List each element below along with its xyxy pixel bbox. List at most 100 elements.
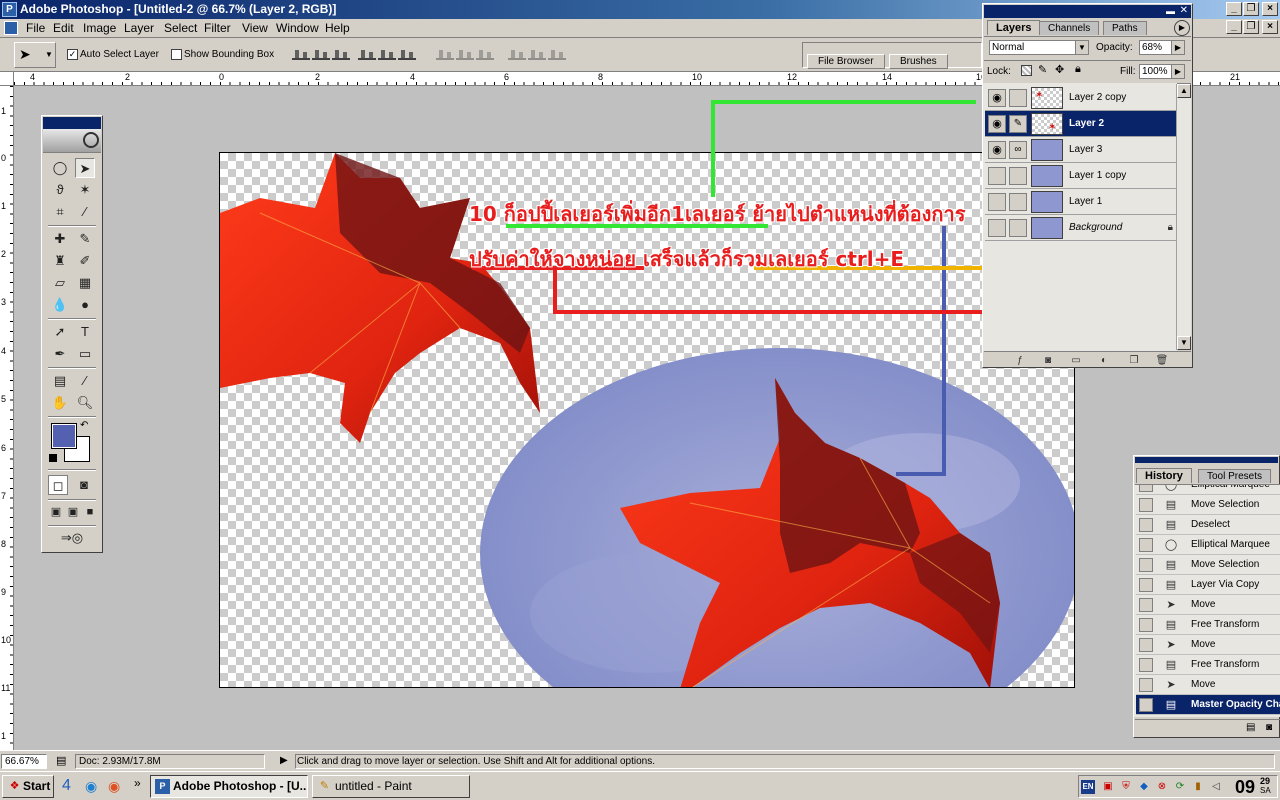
add-mask-icon[interactable]: ◙ — [1041, 355, 1055, 367]
app-close-button[interactable]: × — [1262, 2, 1278, 16]
doc-restore-button[interactable]: ❐ — [1243, 20, 1259, 34]
new-group-icon[interactable]: ▭ — [1069, 355, 1083, 367]
app-minimize-button[interactable]: _ — [1226, 2, 1242, 16]
opacity-slider-arrow-icon[interactable]: ▶ — [1171, 41, 1184, 54]
align-left-icon[interactable] — [358, 48, 376, 60]
menu-layer[interactable]: Layer — [124, 21, 154, 35]
fill-slider-arrow-icon[interactable]: ▶ — [1171, 65, 1184, 78]
lock-position-icon[interactable]: ✥ — [1055, 63, 1064, 76]
new-document-from-state-icon[interactable]: ▤ — [1246, 722, 1255, 733]
adjustment-layer-icon[interactable]: ◐ — [1097, 355, 1111, 367]
visibility-eye-icon[interactable]: ◉ — [988, 115, 1006, 133]
align-bottom-icon[interactable] — [332, 48, 350, 60]
tab-brushes[interactable]: Brushes — [889, 54, 948, 69]
taskbar-photoshop[interactable]: P Adobe Photoshop - [U... — [150, 775, 308, 798]
history-state[interactable]: ◯ Elliptical Marquee — [1136, 535, 1280, 555]
layer-thumbnail[interactable]: ✶ — [1031, 87, 1063, 109]
gradient-tool-icon[interactable]: ▦ — [75, 273, 95, 293]
trash-icon[interactable]: 🗑︎ — [1155, 355, 1169, 367]
start-button[interactable]: ❖ Start — [2, 775, 54, 798]
app-restore-button[interactable]: ❐ — [1243, 2, 1259, 16]
scroll-up-icon[interactable]: ▲ — [1177, 84, 1191, 98]
notes-tool-icon[interactable]: ▤ — [50, 371, 70, 391]
menu-view[interactable]: View — [242, 21, 268, 35]
distribute-vcenter-icon[interactable] — [456, 48, 474, 60]
path-select-icon[interactable]: ➚ — [50, 322, 70, 342]
link-icon[interactable]: ∞ — [1009, 141, 1027, 159]
doc-size-info[interactable]: Doc: 2.93M/17.8M — [75, 754, 265, 769]
healing-brush-icon[interactable]: ✚ — [50, 229, 70, 249]
history-brush-source[interactable] — [1139, 598, 1153, 612]
history-state[interactable]: ➤ Move — [1136, 675, 1280, 695]
panel-menu-button[interactable]: ▶ — [1174, 20, 1190, 36]
bounding-box-checkbox[interactable] — [171, 49, 182, 60]
history-state[interactable]: ▤ Master Opacity Change — [1136, 695, 1280, 715]
default-colors-icon[interactable] — [49, 454, 57, 462]
history-state[interactable]: ➤ Move — [1136, 635, 1280, 655]
history-brush-icon[interactable]: ✐ — [75, 251, 95, 271]
visibility-eye-icon[interactable] — [988, 219, 1006, 237]
lock-transparency-icon[interactable] — [1021, 65, 1032, 76]
shape-tool-icon[interactable]: ▭ — [75, 344, 95, 364]
menu-file[interactable]: File — [26, 21, 45, 35]
status-menu-arrow-icon[interactable]: ▶ — [280, 755, 288, 766]
align-vcenter-icon[interactable] — [312, 48, 330, 60]
history-panel-titlebar[interactable] — [1135, 457, 1278, 463]
distribute-right-icon[interactable] — [548, 48, 566, 60]
auto-select-checkbox[interactable]: ✓ — [67, 49, 78, 60]
menu-image[interactable]: Image — [83, 21, 116, 35]
history-brush-source[interactable] — [1139, 578, 1153, 592]
tray-volume-icon[interactable]: ◁ — [1209, 780, 1223, 794]
layer-row[interactable]: Layer 1 — [985, 189, 1177, 215]
new-snapshot-icon[interactable]: ◙ — [1266, 722, 1272, 733]
history-state[interactable]: ▤ Free Transform — [1136, 655, 1280, 675]
link-icon[interactable] — [1009, 167, 1027, 185]
layer-row[interactable]: ◉ ✎ ✶ Layer 2 — [985, 111, 1177, 137]
layer-thumbnail[interactable] — [1031, 191, 1063, 213]
clone-stamp-icon[interactable]: ♜ — [50, 251, 70, 271]
language-indicator[interactable]: EN — [1081, 780, 1095, 794]
eraser-tool-icon[interactable]: ▱ — [50, 273, 70, 293]
foreground-color-swatch[interactable] — [51, 423, 77, 449]
history-state[interactable]: ➤ Move — [1136, 595, 1280, 615]
history-brush-source[interactable] — [1139, 658, 1153, 672]
visibility-eye-icon[interactable] — [988, 193, 1006, 211]
tray-update-icon[interactable]: ⟳ — [1173, 780, 1187, 794]
standard-mode-icon[interactable]: ◻ — [48, 475, 68, 495]
swap-colors-icon[interactable]: ↶ — [80, 420, 88, 431]
distribute-bottom-icon[interactable] — [476, 48, 494, 60]
zoom-tool-icon[interactable]: 🔍︎ — [75, 393, 95, 413]
tray-security-icon[interactable]: ⊗ — [1155, 780, 1169, 794]
tray-app-icon[interactable]: ◆ — [1137, 780, 1151, 794]
layers-scrollbar[interactable]: ▲ ▼ — [1176, 84, 1191, 350]
quicklaunch-firefox-icon[interactable]: ◉ — [108, 778, 120, 795]
move-tool-icon[interactable]: ➤ — [75, 158, 95, 178]
quick-mask-icon[interactable]: ◙ — [74, 475, 94, 495]
magic-wand-icon[interactable]: ✶ — [75, 180, 95, 200]
brush-icon[interactable]: ✎ — [1009, 115, 1027, 133]
layer-style-icon[interactable]: ƒ — [1013, 355, 1027, 367]
history-state[interactable]: ▤ Move Selection — [1136, 555, 1280, 575]
lock-image-icon[interactable]: ✎ — [1038, 63, 1047, 76]
history-state[interactable]: ▤ Deselect — [1136, 515, 1280, 535]
hand-tool-icon[interactable]: ✋ — [50, 393, 70, 413]
slice-tool-icon[interactable]: ⁄ — [75, 202, 95, 222]
document-canvas[interactable] — [219, 152, 1075, 688]
opacity-input[interactable]: 68% ▶ — [1139, 40, 1185, 55]
scroll-down-icon[interactable]: ▼ — [1177, 336, 1191, 350]
align-top-icon[interactable] — [292, 48, 310, 60]
layers-panel-titlebar[interactable]: ▬ ✕ — [984, 5, 1191, 18]
history-brush-source[interactable] — [1139, 485, 1153, 492]
history-brush-source[interactable] — [1139, 678, 1153, 692]
lasso-tool-icon[interactable]: ϑ — [50, 180, 70, 200]
screen-mode-full-icon[interactable]: ■ — [80, 502, 100, 522]
menu-select[interactable]: Select — [164, 21, 197, 35]
history-brush-source[interactable] — [1139, 638, 1153, 652]
menu-window[interactable]: Window — [276, 21, 319, 35]
clock-hour[interactable]: 09 — [1235, 777, 1255, 798]
new-layer-icon[interactable]: ❐ — [1127, 355, 1141, 367]
visibility-eye-icon[interactable]: ◉ — [988, 89, 1006, 107]
history-brush-source[interactable] — [1139, 698, 1153, 712]
history-brush-source[interactable] — [1139, 538, 1153, 552]
quicklaunch-app-icon[interactable]: 4 — [62, 777, 71, 795]
